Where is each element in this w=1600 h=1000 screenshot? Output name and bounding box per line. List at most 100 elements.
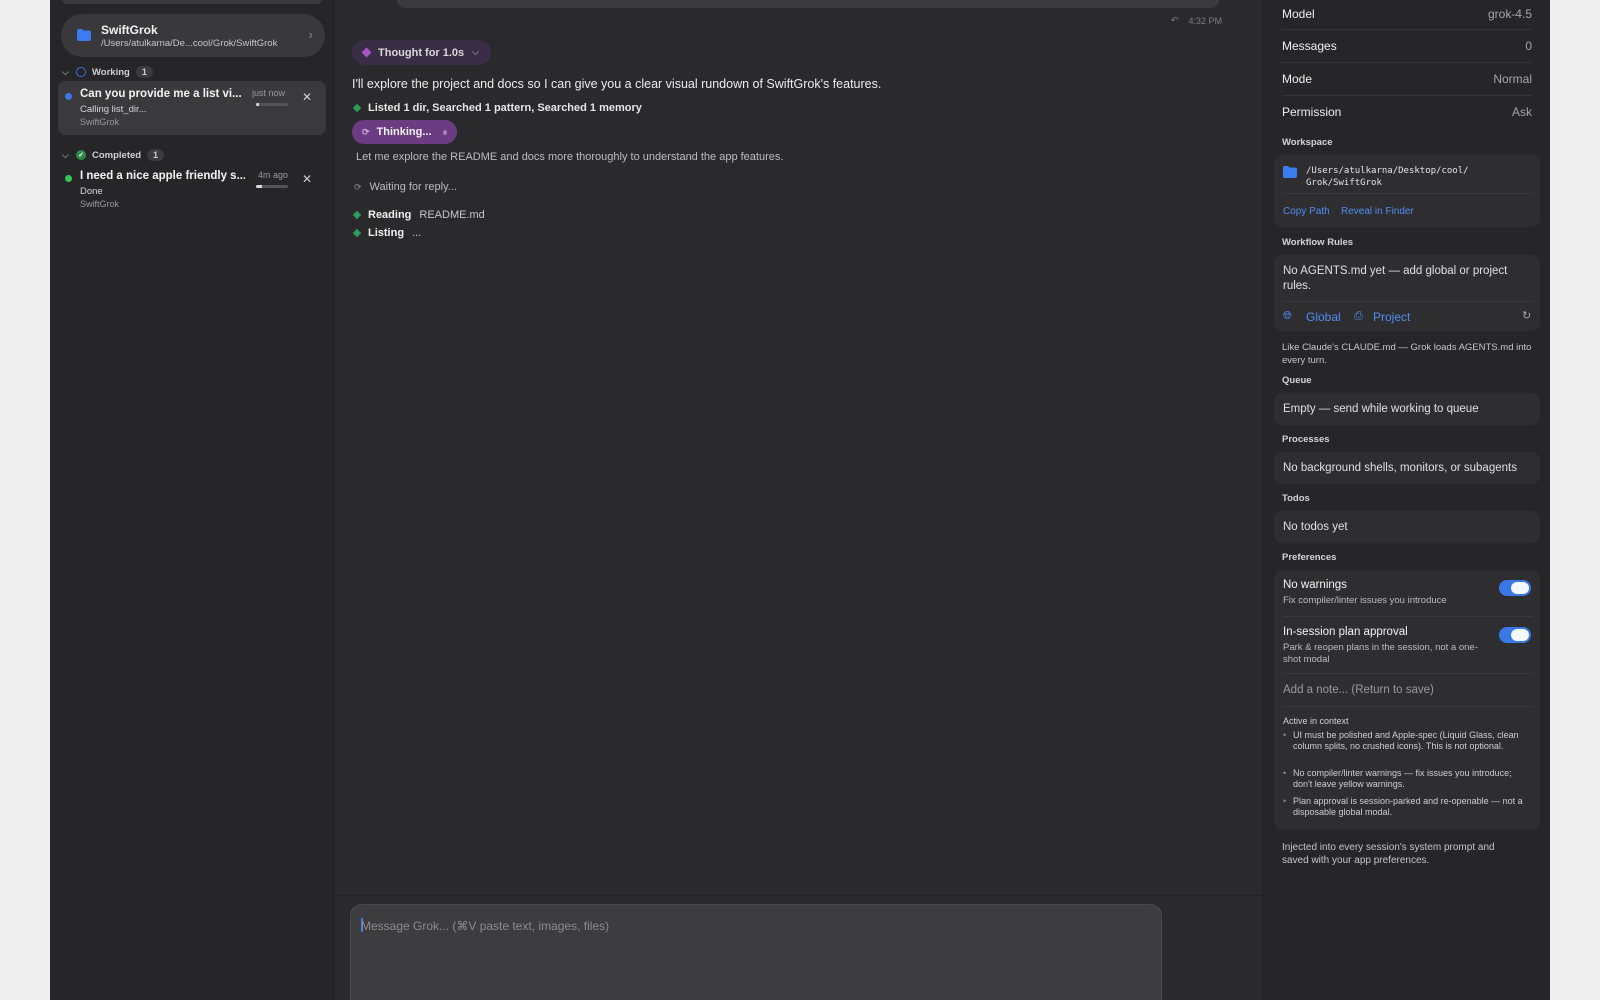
global-rules-button[interactable]: Global xyxy=(1306,310,1341,324)
pref-title: In-session plan approval xyxy=(1283,626,1408,638)
processes-card: No background shells, monitors, or subag… xyxy=(1274,452,1540,484)
status-dot xyxy=(65,93,72,100)
project-rules-button[interactable]: Project xyxy=(1373,310,1410,324)
undo-icon[interactable]: ↶ xyxy=(1171,15,1179,26)
globe-icon: 🌐︎ xyxy=(1283,310,1292,322)
divider xyxy=(334,895,1262,896)
divider xyxy=(1283,301,1533,302)
task-time: 4m ago xyxy=(258,170,289,180)
rules-text: No AGENTS.md yet — add global or project… xyxy=(1283,265,1508,292)
thought-label: Thought for 1.0s xyxy=(378,46,465,59)
info-value: Ask xyxy=(1511,105,1532,119)
diamond-icon xyxy=(352,103,362,113)
task-item[interactable]: I need a nice apple friendly s... Done S… xyxy=(58,163,326,217)
close-icon[interactable]: ✕ xyxy=(302,172,312,186)
waiting-text: Waiting for reply... xyxy=(369,181,457,193)
tool-step: Listing ... xyxy=(352,227,422,239)
pref-title: No warnings xyxy=(1283,579,1347,591)
thought-toggle[interactable]: Thought for 1.0s ⌵ xyxy=(352,40,491,65)
step-arg: README.md xyxy=(419,209,485,221)
queue-label: Queue xyxy=(1282,375,1312,386)
note-input[interactable]: Add a note... (Return to save) xyxy=(1283,683,1434,698)
no-warnings-toggle[interactable] xyxy=(1499,580,1531,596)
thinking-text: Let me explore the README and docs more … xyxy=(356,151,784,163)
workspace-path: /Users/atulkarna/De...cool/Grok/SwiftGro… xyxy=(101,38,278,49)
inspector-panel: Model grok-4.5 Messages 0 Mode Normal Pe… xyxy=(1262,0,1550,1000)
app-window: SwiftGrok /Users/atulkarna/De...cool/Gro… xyxy=(50,0,1550,1000)
count-badge: 1 xyxy=(147,149,165,161)
refresh-icon[interactable]: ↻ xyxy=(1522,309,1531,322)
info-row-permission[interactable]: Permission Ask xyxy=(1282,105,1532,119)
info-key: Model xyxy=(1282,7,1315,21)
section-working[interactable]: ⌵ Working 1 xyxy=(62,66,153,78)
divider xyxy=(1282,95,1532,96)
task-workspace: SwiftGrok xyxy=(80,117,120,127)
sidebar-top-card[interactable] xyxy=(62,0,322,4)
info-row-messages: Messages 0 xyxy=(1282,39,1532,53)
assistant-message: I'll explore the project and docs so I c… xyxy=(352,77,882,91)
plan-approval-toggle[interactable] xyxy=(1499,627,1531,643)
workspace-card[interactable]: SwiftGrok /Users/atulkarna/De...cool/Gro… xyxy=(61,14,325,57)
queue-card: Empty — send while working to queue xyxy=(1274,393,1540,425)
chat-area: ↶ 4:32 PM Thought for 1.0s ⌵ I'll explor… xyxy=(334,0,1262,1000)
diamond-icon xyxy=(352,228,362,238)
todos-text: No todos yet xyxy=(1283,521,1348,533)
preferences-card: No warnings Fix compiler/linter issues y… xyxy=(1274,570,1540,830)
pulse-dot xyxy=(442,129,447,135)
step-verb: Reading xyxy=(368,209,412,221)
pref-desc: Fix compiler/linter issues you introduce xyxy=(1283,595,1447,606)
folder-icon xyxy=(77,28,91,46)
sidebar: SwiftGrok /Users/atulkarna/De...cool/Gro… xyxy=(50,0,334,1000)
info-row-mode[interactable]: Mode Normal xyxy=(1282,72,1532,86)
rules-hint: Like Claude's CLAUDE.md — Grok loads AGE… xyxy=(1282,342,1532,366)
diamond-icon xyxy=(361,47,372,58)
task-subtitle: Done xyxy=(80,186,103,197)
task-title: Can you provide me a list vi... xyxy=(80,88,242,100)
workspace-name: SwiftGrok xyxy=(101,23,158,37)
step-arg: ... xyxy=(412,227,422,239)
waiting-status: ⟳ Waiting for reply... xyxy=(354,181,457,193)
section-completed[interactable]: ⌵ ✓ Completed 1 xyxy=(62,149,165,161)
workspace-label: Workspace xyxy=(1282,137,1333,148)
processes-label: Processes xyxy=(1282,434,1330,445)
chevron-down-icon: ⌵ xyxy=(62,66,69,77)
close-icon[interactable]: ✕ xyxy=(302,90,312,104)
reveal-in-finder-link[interactable]: Reveal in Finder xyxy=(1341,206,1414,217)
divider xyxy=(1283,706,1533,707)
workflow-rules-card: No AGENTS.md yet — add global or project… xyxy=(1274,255,1540,331)
todos-card: No todos yet xyxy=(1274,511,1540,543)
divider xyxy=(1282,29,1532,30)
task-time: just now xyxy=(252,88,286,98)
processes-text: No background shells, monitors, or subag… xyxy=(1283,462,1517,474)
copy-path-link[interactable]: Copy Path xyxy=(1283,206,1330,217)
message-input[interactable]: Message Grok... (⌘V paste text, images, … xyxy=(350,904,1162,1000)
status-dot xyxy=(65,175,72,182)
context-label: Active in context xyxy=(1283,716,1349,726)
tool-summary[interactable]: Listed 1 dir, Searched 1 pattern, Search… xyxy=(352,102,642,114)
preferences-footer: Injected into every session's system pro… xyxy=(1282,842,1495,866)
project-icon: ⎙ xyxy=(1354,310,1363,322)
section-label: Working xyxy=(92,66,130,78)
task-item[interactable]: Can you provide me a list vi... Calling … xyxy=(58,81,326,135)
task-workspace: SwiftGrok xyxy=(80,199,120,209)
divider xyxy=(1283,673,1533,674)
workspace-card: /Users/atulkarna/Desktop/cool/ Grok/Swif… xyxy=(1274,155,1540,227)
todos-label: Todos xyxy=(1282,493,1310,504)
task-subtitle: Calling list_dir... xyxy=(80,104,147,115)
chevron-right-icon: › xyxy=(308,27,313,42)
info-key: Permission xyxy=(1282,105,1342,119)
divider xyxy=(1283,616,1533,617)
thinking-label: Thinking... xyxy=(376,126,432,138)
tool-step: Reading README.md xyxy=(352,209,485,221)
divider xyxy=(1283,193,1533,194)
task-progress xyxy=(256,185,288,188)
info-value: Normal xyxy=(1493,72,1532,86)
message-meta: ↶ 4:32 PM xyxy=(1171,15,1222,26)
thinking-indicator[interactable]: ⟳ Thinking... xyxy=(352,120,457,144)
info-value: grok-4.5 xyxy=(1487,7,1532,21)
diamond-icon xyxy=(352,210,362,220)
workspace-full-path: /Users/atulkarna/Desktop/cool/ Grok/Swif… xyxy=(1306,166,1469,188)
chevron-down-icon: ⌵ xyxy=(62,149,69,160)
timestamp: 4:32 PM xyxy=(1188,15,1222,26)
spinner-icon: ⟳ xyxy=(354,181,362,192)
